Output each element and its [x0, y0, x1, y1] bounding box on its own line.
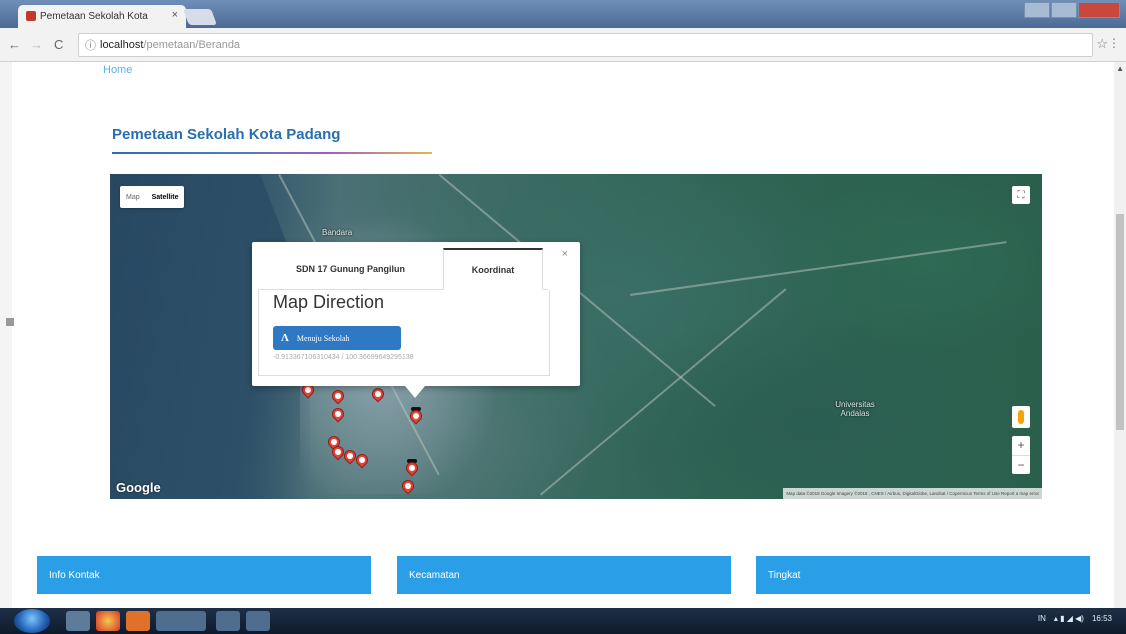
favicon-icon [26, 11, 36, 21]
zoom-control: + − [1012, 436, 1030, 474]
map-road [630, 241, 1007, 296]
back-arrow-icon[interactable]: ← [8, 37, 21, 52]
info-icon[interactable]: ⓘ [85, 37, 96, 53]
page-title: Pemetaan Sekolah Kota Padang [112, 126, 341, 143]
address-bar: ← → C ⓘ localhost /pemetaan/Beranda ☆ ⋮ [0, 28, 1126, 62]
school-marker[interactable] [329, 405, 347, 423]
star-icon[interactable]: ☆ [1096, 36, 1108, 52]
school-marker[interactable] [341, 447, 359, 465]
info-window-body: Map Direction Ʌ Menuju Sekolah -0.913367… [258, 290, 550, 376]
window-close-button[interactable] [1078, 2, 1120, 18]
scrollbar[interactable] [1114, 62, 1126, 608]
school-marker[interactable] [369, 385, 387, 403]
info-kontak-card[interactable]: Info Kontak [37, 556, 371, 594]
taskbar-app-icon[interactable] [216, 611, 240, 631]
map-type-satellite-button[interactable]: Satellite [146, 186, 185, 208]
school-marker[interactable] [399, 477, 417, 495]
url-input[interactable]: ⓘ localhost /pemetaan/Beranda [78, 33, 1093, 57]
new-tab-button[interactable] [183, 9, 217, 25]
title-underline [112, 152, 432, 154]
windows-taskbar: IN ▴ ▮ ◢ ◀) 16:53 [0, 608, 1126, 634]
window-controls [1024, 2, 1120, 18]
kebab-menu-icon[interactable]: ⋮ [1108, 36, 1120, 50]
map-type-map-button[interactable]: Map [120, 186, 146, 208]
tray-icons[interactable]: ▴ ▮ ◢ ◀) [1054, 614, 1084, 623]
clock-time[interactable]: 16:53 [1092, 614, 1112, 623]
kecamatan-card[interactable]: Kecamatan [397, 556, 731, 594]
card-title: Kecamatan [409, 569, 460, 581]
school-marker[interactable] [407, 407, 425, 425]
place-label-universitas-andalas: Universitas Andalas [835, 400, 875, 418]
coordinates-text: -0.913367106310434 / 100.36699649295138 [273, 354, 414, 361]
url-path: /pemetaan/Beranda [143, 39, 241, 51]
forward-arrow-icon[interactable]: → [30, 37, 43, 52]
minimize-button[interactable] [1024, 2, 1050, 18]
taskbar-app-icon[interactable] [126, 611, 150, 631]
language-indicator[interactable]: IN [1038, 614, 1046, 623]
school-marker[interactable] [329, 387, 347, 405]
school-marker[interactable] [299, 381, 317, 399]
scrollbar-thumb[interactable] [1116, 214, 1124, 430]
menuju-sekolah-button[interactable]: Ʌ Menuju Sekolah [273, 326, 401, 350]
school-marker[interactable] [403, 459, 421, 477]
breadcrumb-home-link[interactable]: Home [103, 64, 132, 76]
reload-icon[interactable]: C [54, 37, 63, 52]
card-title: Tingkat [768, 569, 801, 581]
map-info-window: × SDN 17 Gunung Pangilun Koordinat Map D… [252, 242, 580, 398]
info-window-tabs: SDN 17 Gunung Pangilun Koordinat [258, 248, 548, 290]
tab-title: Pemetaan Sekolah Kota [40, 11, 148, 22]
browser-titlebar: Pemetaan Sekolah Kota × [0, 0, 1126, 28]
fullscreen-icon[interactable]: ⛶ [1012, 186, 1030, 204]
tab-school-name[interactable]: SDN 17 Gunung Pangilun [258, 248, 443, 289]
taskbar-explorer-icon[interactable] [66, 611, 90, 631]
map-type-control: Map Satellite [120, 186, 185, 208]
card-title: Info Kontak [49, 569, 100, 581]
browser-tab[interactable]: Pemetaan Sekolah Kota × [18, 5, 186, 28]
system-tray: IN ▴ ▮ ◢ ◀) 16:53 [1038, 614, 1112, 623]
taskbar-chrome-icon[interactable] [96, 611, 120, 631]
zoom-in-button[interactable]: + [1012, 436, 1030, 456]
taskbar-app-icon[interactable] [156, 611, 206, 631]
google-logo: Google [116, 480, 161, 495]
direction-icon: Ʌ [281, 332, 289, 344]
url-host: localhost [100, 39, 144, 51]
info-window-tail [405, 386, 425, 398]
school-marker[interactable] [353, 451, 371, 469]
scroll-up-icon[interactable]: ▲ [1116, 64, 1124, 73]
info-window-close-button[interactable]: × [562, 248, 568, 260]
tab-koordinat[interactable]: Koordinat [443, 248, 543, 290]
map-direction-heading: Map Direction [273, 292, 385, 312]
place-label-bandara: Bandara [322, 228, 353, 237]
start-button[interactable] [14, 609, 50, 633]
menuju-sekolah-label: Menuju Sekolah [296, 333, 350, 343]
side-square-icon [6, 318, 14, 326]
tab-close-button[interactable]: × [172, 9, 178, 21]
school-marker[interactable] [329, 443, 347, 461]
pegman-icon[interactable] [1012, 406, 1030, 428]
maximize-button[interactable] [1051, 2, 1077, 18]
tingkat-card[interactable]: Tingkat [756, 556, 1090, 594]
zoom-out-button[interactable]: − [1012, 456, 1030, 475]
map-attribution[interactable]: Map data ©2018 Google Imagery ©2018 , CN… [783, 488, 1042, 499]
taskbar-app-icon[interactable] [246, 611, 270, 631]
